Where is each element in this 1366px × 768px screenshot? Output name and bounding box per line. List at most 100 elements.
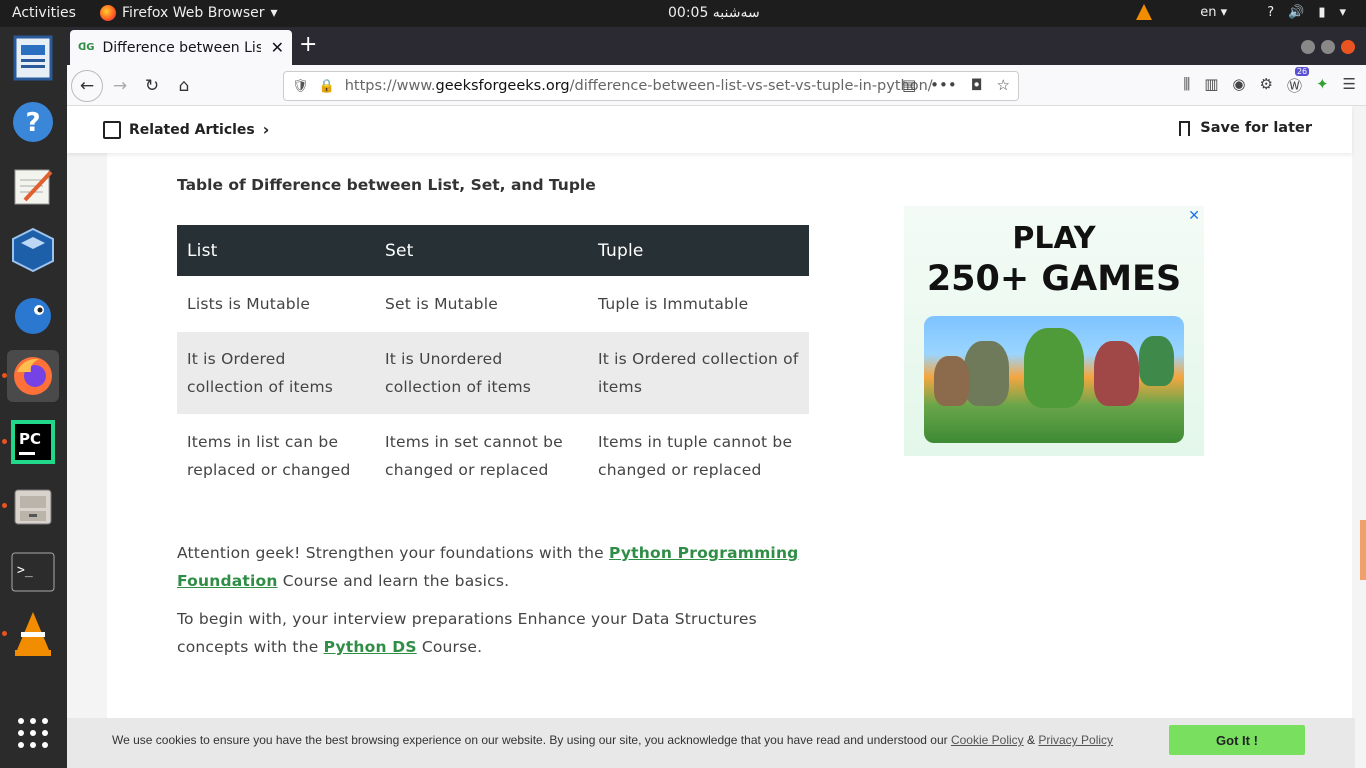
url-prefix: https://www. bbox=[344, 78, 436, 94]
url-bar[interactable]: 🛡 🔒 https://www. geeksforgeeks.org/differ… bbox=[283, 71, 1019, 101]
browser-tab[interactable]: ꓷG Difference between List ✕ bbox=[70, 30, 292, 65]
table-cell: Set is Mutable bbox=[385, 295, 498, 313]
help-app-icon[interactable]: ? bbox=[7, 96, 59, 148]
reload-button[interactable]: ↻ bbox=[139, 73, 165, 99]
firefox-dock-icon[interactable] bbox=[7, 350, 59, 402]
maximize-window-button[interactable] bbox=[1321, 40, 1335, 54]
back-button[interactable]: ← bbox=[71, 70, 103, 102]
related-articles-label: Related Articles bbox=[129, 121, 255, 138]
table-row: It is Ordered collection of items It is … bbox=[177, 332, 809, 414]
save-for-later-label: Save for later bbox=[1200, 120, 1312, 136]
file-cabinet-icon[interactable] bbox=[7, 480, 59, 532]
close-tab-icon[interactable]: ✕ bbox=[271, 38, 284, 57]
cookie-policy-link[interactable]: Cookie Policy bbox=[951, 733, 1024, 747]
lock-icon[interactable]: 🔒 bbox=[319, 79, 335, 94]
bookmark-star-icon[interactable]: ☆ bbox=[997, 76, 1010, 94]
chevron-right-icon: › bbox=[262, 120, 270, 139]
table-cell: Items in list can be replaced or changed bbox=[187, 433, 351, 479]
new-tab-button[interactable]: + bbox=[299, 32, 317, 57]
table-row: Items in list can be replaced or changed… bbox=[177, 414, 809, 498]
show-applications-icon[interactable] bbox=[7, 707, 59, 759]
article-toolbar: Related Articles › Save for later bbox=[67, 106, 1352, 153]
table-header-cell: Tuple bbox=[588, 225, 809, 276]
difference-table: List Set Tuple Lists is Mutable Set is M… bbox=[177, 225, 809, 498]
app-menu-label: Firefox Web Browser bbox=[122, 5, 265, 21]
table-cell: It is Ordered collection of items bbox=[177, 332, 375, 414]
language-indicator[interactable]: en ▾ bbox=[1200, 5, 1227, 20]
svg-text:>_: >_ bbox=[17, 563, 33, 578]
table-cell: Tuple is Immutable bbox=[598, 295, 749, 313]
table-row: Lists is Mutable Set is Mutable Tuple is… bbox=[177, 276, 809, 332]
system-tray[interactable]: en ▾ ? 🔊 ▮ ▾ bbox=[1136, 4, 1346, 20]
virtualbox-icon[interactable] bbox=[7, 224, 59, 276]
pycharm-icon[interactable]: PC bbox=[7, 416, 59, 468]
text-editor-icon[interactable] bbox=[7, 160, 59, 212]
article-content: Table of Difference between List, Set, a… bbox=[107, 153, 879, 768]
pocket-icon[interactable]: ◘ bbox=[971, 76, 983, 94]
vlc-tray-icon[interactable] bbox=[1136, 4, 1153, 20]
document-viewer-icon[interactable] bbox=[7, 32, 59, 84]
page-scrollbar-thumb[interactable] bbox=[1360, 520, 1366, 580]
ad-subheadline: 250+ GAMES bbox=[926, 259, 1182, 299]
tracking-shield-icon[interactable]: 🛡 bbox=[292, 79, 309, 94]
activities-button[interactable]: Activities bbox=[12, 5, 76, 21]
save-for-later-button[interactable]: Save for later bbox=[1179, 120, 1312, 136]
cookie-message: We use cookies to ensure you have the be… bbox=[112, 733, 1114, 747]
tab-title: Difference between List bbox=[102, 39, 261, 56]
web-page: Table of Difference between List, Set, a… bbox=[67, 106, 1366, 768]
battery-icon[interactable]: ▮ bbox=[1318, 5, 1325, 20]
table-header-cell: Set bbox=[375, 225, 588, 276]
table-heading: Table of Difference between List, Set, a… bbox=[177, 176, 596, 194]
hamburger-menu-icon[interactable]: ☰ bbox=[1343, 75, 1356, 96]
power-menu-icon[interactable]: ▾ bbox=[1339, 5, 1346, 20]
volume-icon[interactable]: 🔊 bbox=[1288, 5, 1304, 20]
forward-button[interactable]: → bbox=[107, 73, 133, 99]
firefox-icon bbox=[100, 5, 116, 21]
gnome-top-bar: Activities Firefox Web Browser ▾ 00:05 س… bbox=[0, 0, 1366, 27]
svg-text:PC: PC bbox=[19, 430, 41, 448]
games-advertisement[interactable]: ✕ PLAY 250+ GAMES bbox=[904, 206, 1204, 456]
gnome-chameleon-icon[interactable] bbox=[7, 288, 59, 340]
navigation-toolbar: ← → ↻ ⌂ 🛡 🔒 https://www. geeksforgeeks.or… bbox=[67, 65, 1366, 106]
interview-paragraph: To begin with, your interview preparatio… bbox=[177, 610, 757, 656]
help-icon[interactable]: ? bbox=[1267, 5, 1274, 20]
wordpress-extension-icon[interactable]: Ⓦ 26 bbox=[1287, 67, 1310, 96]
url-domain: geeksforgeeks.org bbox=[435, 78, 570, 94]
attention-paragraph: Attention geek! Strengthen your foundati… bbox=[177, 544, 799, 590]
gfg-favicon-icon: ꓷG bbox=[78, 42, 95, 53]
clock[interactable]: 00:05 سەشنبە bbox=[668, 5, 760, 21]
table-header-cell: List bbox=[177, 225, 375, 276]
home-button[interactable]: ⌂ bbox=[171, 73, 197, 99]
minimize-window-button[interactable] bbox=[1301, 40, 1315, 54]
related-articles-button[interactable]: Related Articles › bbox=[103, 120, 269, 139]
green-extension-icon[interactable]: ✦ bbox=[1316, 75, 1329, 96]
reader-view-icon[interactable]: ▤ bbox=[902, 76, 916, 94]
bookmark-icon bbox=[1179, 120, 1191, 136]
account-icon[interactable]: ◉ bbox=[1232, 75, 1245, 96]
privacy-policy-link[interactable]: Privacy Policy bbox=[1038, 733, 1113, 747]
library-icon[interactable]: ⫼ bbox=[1183, 75, 1190, 96]
close-window-button[interactable] bbox=[1341, 40, 1355, 54]
dock: ? PC >_ bbox=[0, 27, 67, 768]
table-cell: Lists is Mutable bbox=[187, 295, 311, 313]
table-cell: Items in tuple cannot be changed or repl… bbox=[598, 433, 793, 479]
terminal-icon[interactable]: >_ bbox=[7, 546, 59, 598]
svg-text:?: ? bbox=[25, 108, 40, 138]
table-cell: It is Ordered collection of items bbox=[588, 332, 809, 414]
related-articles-icon bbox=[103, 120, 121, 139]
tab-strip: ꓷG Difference between List ✕ + bbox=[67, 27, 1366, 65]
app-menu[interactable]: Firefox Web Browser ▾ bbox=[100, 5, 278, 21]
extension-icon[interactable]: ⚙ bbox=[1260, 75, 1273, 96]
page-actions-icon[interactable]: ••• bbox=[930, 76, 957, 94]
ad-headline: PLAY bbox=[1012, 221, 1096, 256]
chevron-down-icon: ▾ bbox=[270, 5, 278, 21]
table-cell: Items in set cannot be changed or replac… bbox=[385, 433, 563, 479]
cookie-banner: We use cookies to ensure you have the be… bbox=[67, 718, 1355, 768]
sidebar-icon[interactable]: ▥ bbox=[1204, 75, 1218, 96]
url-path: /difference-between-list-vs-set-vs-tuple… bbox=[569, 78, 933, 94]
ad-game-artwork bbox=[924, 316, 1184, 443]
python-ds-link[interactable]: Python DS bbox=[324, 638, 417, 656]
table-header-row: List Set Tuple bbox=[177, 225, 809, 276]
accept-cookies-button[interactable]: Got It ! bbox=[1169, 725, 1305, 755]
vlc-icon[interactable] bbox=[7, 608, 59, 660]
